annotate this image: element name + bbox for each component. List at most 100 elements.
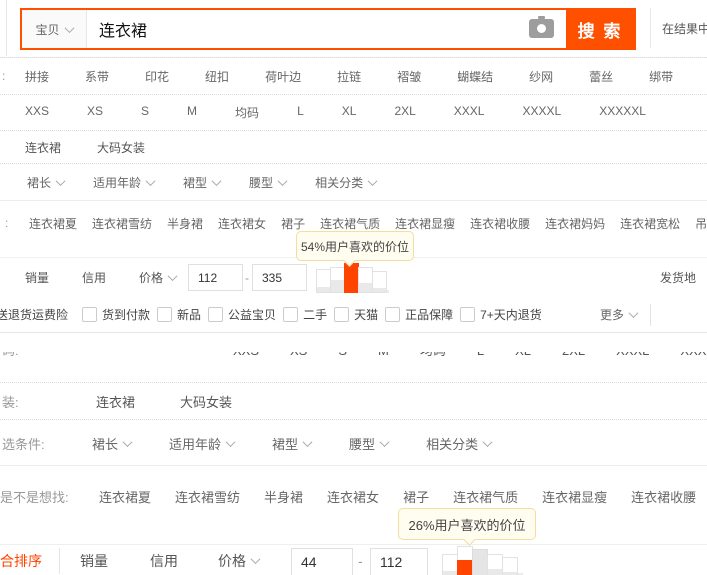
camera-icon[interactable] (529, 16, 554, 38)
attribute-dropdown[interactable]: 裙长 (27, 174, 66, 191)
related-search-tag[interactable]: 连衣裙女 (218, 215, 266, 232)
style-tag[interactable]: 蕾丝 (589, 68, 613, 85)
service-checkbox-item[interactable]: 公益宝贝 (208, 306, 276, 323)
size-tag[interactable]: M (187, 104, 197, 121)
style-tag[interactable]: 系带 (85, 68, 109, 85)
service-checkbox-item[interactable]: 货到付款 (82, 306, 150, 323)
sort-sales[interactable]: 销量 (80, 545, 108, 575)
style-tag[interactable]: 荷叶边 (265, 68, 301, 85)
checkbox[interactable] (460, 306, 476, 322)
size-tag[interactable]: XXS (233, 352, 259, 363)
size-tag[interactable]: XXXL (454, 104, 485, 121)
sort-credit[interactable]: 信用 (82, 269, 106, 286)
category-tag[interactable]: 大码女装 (97, 139, 145, 156)
style-tag[interactable]: 纱网 (529, 68, 553, 85)
related-search-tag[interactable]: 连衣裙夏 (29, 215, 77, 232)
size-tag[interactable]: XXXL (616, 352, 649, 363)
related-search-tag[interactable]: 连衣裙收腰 (631, 487, 696, 506)
cut-service-label[interactable]: 送退货运费险 (0, 306, 68, 323)
attribute-dropdown[interactable]: 相关分类 (426, 434, 493, 453)
related-search-tag[interactable]: 连衣裙显瘦 (542, 487, 607, 506)
attribute-dropdown[interactable]: 相关分类 (315, 174, 378, 191)
attribute-dropdown[interactable]: 裙型 (272, 434, 313, 453)
search-in-results-option[interactable]: 在结果中 (662, 0, 707, 56)
size-tag[interactable]: 均码 (420, 352, 446, 363)
size-tag[interactable]: 2XL (394, 104, 415, 121)
histogram-bar[interactable] (372, 271, 387, 293)
histogram-bar[interactable] (502, 557, 518, 575)
more-dropdown[interactable]: 更多 (600, 306, 639, 323)
style-tag[interactable]: 印花 (145, 68, 169, 85)
histogram-bar[interactable] (358, 267, 373, 293)
size-tag[interactable]: XXXXXL (599, 104, 646, 121)
histogram-bar[interactable] (330, 267, 345, 293)
size-tag[interactable]: M (378, 352, 389, 363)
checkbox[interactable] (82, 306, 98, 322)
category-tag[interactable]: 大码女装 (180, 392, 232, 411)
style-tag[interactable]: 绑带 (649, 68, 673, 85)
checkbox[interactable] (283, 306, 299, 322)
size-tag[interactable]: 均码 (235, 104, 259, 121)
search-button[interactable]: 搜 索 (566, 10, 634, 48)
service-checkbox-item[interactable]: 天猫 (334, 306, 378, 323)
sort-credit[interactable]: 信用 (150, 545, 178, 575)
checkbox[interactable] (157, 306, 173, 322)
histogram-bar[interactable] (487, 554, 503, 575)
checkbox[interactable] (208, 306, 224, 322)
size-tag[interactable]: 2XL (562, 352, 585, 363)
sort-composite-cut[interactable]: 合排序 (0, 545, 42, 575)
search-input[interactable]: 连衣裙 (87, 10, 566, 48)
price-max-input[interactable]: 112 (370, 548, 428, 575)
related-search-tag[interactable]: 连衣裙夏 (99, 487, 151, 506)
size-tag[interactable]: XXXXL (522, 104, 561, 121)
attribute-dropdown[interactable]: 腰型 (249, 174, 288, 191)
related-search-tag[interactable]: 连衣裙宽松 (620, 215, 680, 232)
size-tag[interactable]: XS (87, 104, 103, 121)
attribute-dropdown[interactable]: 腰型 (349, 434, 390, 453)
style-tag[interactable]: 拼接 (25, 68, 49, 85)
histogram-bar[interactable] (344, 263, 359, 293)
style-tag[interactable]: 拉链 (337, 68, 361, 85)
checkbox[interactable] (385, 306, 401, 322)
category-tag[interactable]: 连衣裙 (25, 139, 61, 156)
size-tag[interactable]: XXXXL (680, 352, 707, 363)
service-checkbox-item[interactable]: 新品 (157, 306, 201, 323)
related-search-tag[interactable]: 连衣裙收腰 (470, 215, 530, 232)
related-search-tag[interactable]: 裙子 (281, 215, 305, 232)
histogram-bar[interactable] (316, 269, 331, 293)
price-min-input[interactable]: 44 (291, 548, 353, 575)
attribute-dropdown[interactable]: 适用年龄 (169, 434, 236, 453)
attribute-dropdown[interactable]: 裙长 (92, 434, 133, 453)
related-search-tag[interactable]: 连衣裙气质 (320, 215, 380, 232)
price-min-input[interactable]: 112 (188, 264, 243, 291)
service-checkbox-item[interactable]: 正品保障 (385, 306, 453, 323)
related-search-tag[interactable]: 裙子 (403, 487, 429, 506)
histogram-bar[interactable] (472, 549, 488, 575)
category-dropdown[interactable]: 宝贝 (22, 10, 87, 48)
service-checkbox-item[interactable]: 二手 (283, 306, 327, 323)
size-tag[interactable]: S (338, 352, 347, 363)
related-search-tag[interactable]: 连衣裙雪纺 (92, 215, 152, 232)
related-search-tag[interactable]: 半身裙 (264, 487, 303, 506)
related-search-tag[interactable]: 连衣裙雪纺 (175, 487, 240, 506)
related-search-tag[interactable]: 吊 (695, 215, 707, 232)
ship-from-label[interactable]: 发货地 (660, 258, 696, 297)
size-tag[interactable]: L (477, 352, 484, 363)
related-search-tag[interactable]: 连衣裙气质 (453, 487, 518, 506)
size-tag[interactable]: XXS (25, 104, 49, 121)
sort-price-dropdown[interactable]: 价格 (139, 269, 178, 286)
attribute-dropdown[interactable]: 裙型 (183, 174, 222, 191)
style-tag[interactable]: 蝴蝶结 (457, 68, 493, 85)
sort-price-dropdown[interactable]: 价格 (218, 545, 261, 575)
style-tag[interactable]: 纽扣 (205, 68, 229, 85)
size-tag[interactable]: XS (290, 352, 307, 363)
size-tag[interactable]: L (297, 104, 304, 121)
style-tag[interactable]: 褶皱 (397, 68, 421, 85)
attribute-dropdown[interactable]: 适用年龄 (93, 174, 156, 191)
size-tag[interactable]: XL (342, 104, 357, 121)
size-tag[interactable]: XL (515, 352, 531, 363)
category-tag[interactable]: 连衣裙 (96, 392, 135, 411)
related-search-tag[interactable]: 连衣裙妈妈 (545, 215, 605, 232)
price-max-input[interactable]: 335 (252, 264, 307, 291)
checkbox[interactable] (334, 306, 350, 322)
